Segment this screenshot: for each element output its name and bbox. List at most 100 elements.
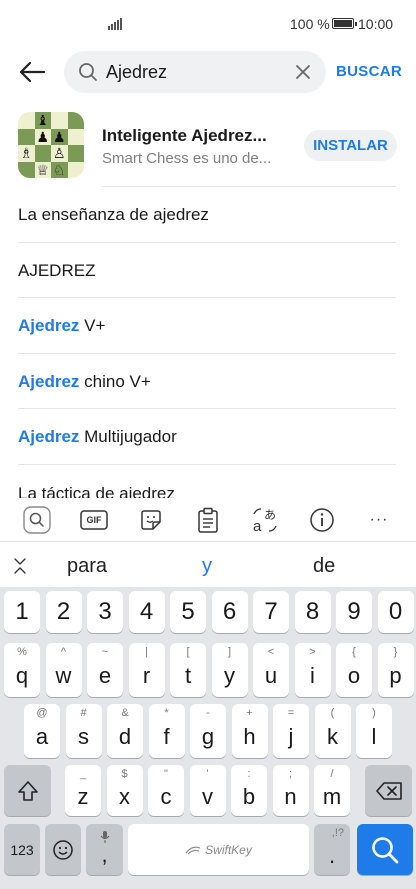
info-button[interactable] xyxy=(308,506,336,534)
arrow-left-icon xyxy=(19,61,46,83)
key-1[interactable]: 1 xyxy=(4,591,40,633)
sticker-icon xyxy=(141,510,161,530)
keyboard-toolbar: GIF a あ ··· xyxy=(0,498,416,542)
info-icon xyxy=(310,508,334,532)
key-5[interactable]: 5 xyxy=(170,591,206,633)
key-s[interactable]: # s xyxy=(65,704,102,758)
backspace-icon xyxy=(375,781,402,800)
buscar-button[interactable]: BUSCAR xyxy=(336,63,402,80)
app-description: Smart Chess es uno de... xyxy=(102,150,272,167)
search-enter-key[interactable] xyxy=(357,824,413,875)
chess-app-icon[interactable]: ♝ ♟ ♟ ♗ ♙ ♕ ♘ xyxy=(18,112,84,178)
key-6[interactable]: 6 xyxy=(211,591,248,633)
space-bar-brand: SwiftKey xyxy=(205,842,252,857)
key-y[interactable]: ] y xyxy=(211,643,248,697)
prediction-bar: para y de xyxy=(0,543,416,587)
search-query-text[interactable]: Ajedrez xyxy=(106,62,167,83)
shift-key[interactable] xyxy=(4,765,51,816)
key-q[interactable]: % q xyxy=(4,643,40,697)
key-9[interactable]: 9 xyxy=(336,591,372,633)
period-key[interactable]: ,!? . xyxy=(314,824,350,875)
emoji-icon xyxy=(53,839,73,860)
more-button[interactable]: ··· xyxy=(365,506,393,534)
keyboard: GIF a あ ··· para y de 1 2 3 4 5 6 7 8 9 … xyxy=(0,498,416,889)
suggestion-item[interactable]: AJEDREZ xyxy=(18,261,95,281)
key-2[interactable]: 2 xyxy=(45,591,82,633)
svg-text:a: a xyxy=(253,518,262,534)
key-v[interactable]: ' v xyxy=(189,765,226,816)
divider xyxy=(18,464,396,465)
key-7[interactable]: 7 xyxy=(253,591,289,633)
numbers-key[interactable]: 123 xyxy=(4,824,40,875)
suggestion-clip: La táctica de ajedrez xyxy=(0,476,416,498)
key-h[interactable]: + h xyxy=(231,704,268,758)
suggestion-item[interactable]: La enseñanza de ajedrez xyxy=(18,205,209,225)
shift-icon xyxy=(17,780,38,801)
more-icon: ··· xyxy=(369,511,389,528)
key-4[interactable]: 4 xyxy=(128,591,165,633)
key-l[interactable]: ) l xyxy=(356,704,392,758)
comma-key[interactable]: , xyxy=(86,824,123,875)
suggestion-item[interactable]: La táctica de ajedrez xyxy=(18,484,175,498)
microphone-icon xyxy=(100,831,109,843)
clock: 10:00 xyxy=(358,16,394,32)
divider xyxy=(18,408,396,409)
sticker-button[interactable] xyxy=(137,506,165,534)
key-m[interactable]: / m xyxy=(314,765,350,816)
back-button[interactable] xyxy=(14,54,50,90)
clipboard-button[interactable] xyxy=(194,506,222,534)
key-w[interactable]: ^ w xyxy=(45,643,82,697)
key-3[interactable]: 3 xyxy=(87,591,123,633)
keyboard-search-button[interactable] xyxy=(23,506,51,534)
divider xyxy=(102,186,396,187)
translate-button[interactable]: a あ xyxy=(251,506,279,534)
key-r[interactable]: | r xyxy=(128,643,165,697)
battery-icon xyxy=(332,18,357,29)
key-u[interactable]: < u xyxy=(253,643,289,697)
prediction-left[interactable]: para xyxy=(67,555,107,578)
key-8[interactable]: 8 xyxy=(294,591,331,633)
key-g[interactable]: -g xyxy=(190,704,226,758)
key-i[interactable]: > i xyxy=(294,643,331,697)
clipboard-icon xyxy=(198,507,218,533)
search-input[interactable]: Ajedrez xyxy=(64,51,326,93)
suggestion-item[interactable]: Ajedrez chino V+ xyxy=(18,372,151,392)
key-e[interactable]: ~ e xyxy=(87,643,123,697)
key-p[interactable]: } p xyxy=(377,643,414,697)
search-icon xyxy=(23,506,51,534)
gif-button[interactable]: GIF xyxy=(80,506,108,534)
prediction-center[interactable]: y xyxy=(202,555,212,578)
key-c[interactable]: " c xyxy=(148,765,184,816)
app-title[interactable]: Inteligente Ajedrez... xyxy=(102,126,267,146)
key-f[interactable]: * f xyxy=(148,704,185,758)
suggestion-item[interactable]: Ajedrez Multijugador xyxy=(18,427,177,447)
key-n[interactable]: ; n xyxy=(272,765,309,816)
key-area: 1 2 3 4 5 6 7 8 9 0% q ^ w ~ e | r[t] y < u > i{o} p @ a # s & d * f - g… xyxy=(0,587,416,889)
key-0[interactable]: 0 xyxy=(377,591,414,633)
space-bar[interactable]: SwiftKey xyxy=(128,824,309,875)
collapse-icon[interactable] xyxy=(12,557,28,575)
screen: 100 % 10:00 Ajedrez BUSCAR ♝ ♟ ♟ ♗ ♙ ♕ ♘ In… xyxy=(0,0,416,889)
close-icon[interactable] xyxy=(294,63,312,81)
divider xyxy=(18,353,396,354)
battery-percentage: 100 % xyxy=(290,16,330,32)
prediction-right[interactable]: de xyxy=(313,555,335,578)
key-j[interactable]: = j xyxy=(273,704,309,758)
search-icon xyxy=(79,63,97,81)
translate-icon: a あ xyxy=(253,508,277,534)
divider xyxy=(18,297,396,298)
emoji-key[interactable] xyxy=(45,824,81,875)
install-button[interactable]: INSTALAR xyxy=(304,130,397,161)
suggestion-item[interactable]: Ajedrez V+ xyxy=(18,316,105,336)
key-o[interactable]: {o xyxy=(336,643,372,697)
status-bar: 100 % 10:00 xyxy=(0,0,416,44)
key-z[interactable]: _ z xyxy=(65,765,101,816)
backspace-key[interactable] xyxy=(365,765,412,816)
key-d[interactable]: & d xyxy=(107,704,143,758)
key-a[interactable]: @ a xyxy=(24,704,60,758)
key-b[interactable]: :b xyxy=(231,765,267,816)
key-k[interactable]: (k xyxy=(314,704,351,758)
key-x[interactable]: $ x xyxy=(106,765,143,816)
signal-icon xyxy=(108,16,122,30)
key-t[interactable]: [t xyxy=(170,643,206,697)
